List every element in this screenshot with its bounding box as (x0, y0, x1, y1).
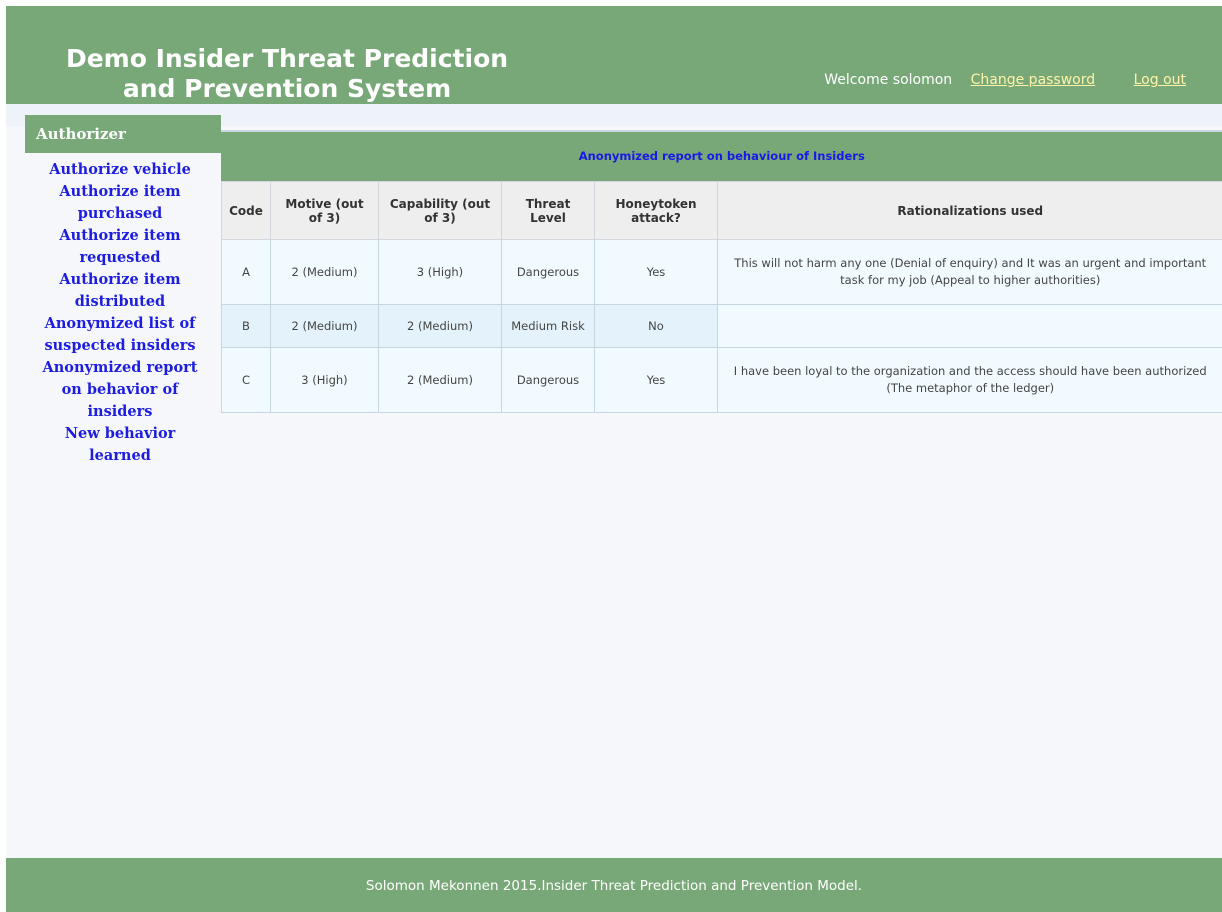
table-row: C 3 (High) 2 (Medium) Dangerous Yes I ha… (221, 347, 1222, 413)
cell-threat-level: Dangerous (501, 347, 595, 413)
cell-motive: 2 (Medium) (270, 304, 379, 348)
cell-honeytoken: Yes (594, 239, 718, 305)
table-row: A 2 (Medium) 3 (High) Dangerous Yes This… (221, 239, 1222, 305)
sidebar-item-authorize-item-purchased: Authorize item purchased (25, 181, 221, 225)
site-title: Demo Insider Threat Prediction and Preve… (65, 44, 509, 103)
sidebar-link-behavior-report[interactable]: Anonymized report on behavior of insider… (33, 357, 207, 423)
cell-code: B (221, 304, 271, 348)
cell-capability: 2 (Medium) (378, 304, 502, 348)
table-row: B 2 (Medium) 2 (Medium) Medium Risk No (221, 304, 1222, 348)
site-header: Demo Insider Threat Prediction and Preve… (6, 6, 1222, 104)
sidebar-link-authorize-vehicle[interactable]: Authorize vehicle (49, 159, 191, 181)
column-header-rationalizations: Rationalizations used (717, 181, 1222, 240)
column-header-threat-level: Threat Level (501, 181, 595, 240)
sidebar-item-behavior-report: Anonymized report on behavior of insider… (25, 357, 221, 423)
cell-code: A (221, 239, 271, 305)
column-header-capability: Capability (out of 3) (378, 181, 502, 240)
sidebar-link-authorize-item-purchased[interactable]: Authorize item purchased (33, 181, 207, 225)
cell-capability: 3 (High) (378, 239, 502, 305)
sidebar-menu: Authorize vehicle Authorize item purchas… (25, 153, 221, 467)
cell-rationalizations: I have been loyal to the organization an… (717, 347, 1222, 413)
cell-code: C (221, 347, 271, 413)
cell-honeytoken: Yes (594, 347, 718, 413)
cell-rationalizations (717, 304, 1222, 348)
cell-honeytoken: No (594, 304, 718, 348)
cell-capability: 2 (Medium) (378, 347, 502, 413)
footer-copyright: Solomon Mekonnen 2015.Insider Threat Pre… (365, 878, 863, 894)
sidebar-link-new-behavior[interactable]: New behavior learned (33, 423, 207, 467)
cell-rationalizations: This will not harm any one (Denial of en… (717, 239, 1222, 305)
report-caption: Anonymized report on behaviour of Inside… (221, 130, 1222, 181)
sidebar: Authorizer Authorize vehicle Authorize i… (25, 115, 221, 467)
cell-threat-level: Medium Risk (501, 304, 595, 348)
sidebar-item-new-behavior: New behavior learned (25, 423, 221, 467)
column-header-motive: Motive (out of 3) (270, 181, 379, 240)
logout-link[interactable]: Log out (1134, 72, 1186, 88)
sidebar-item-authorize-item-requested: Authorize item requested (25, 225, 221, 269)
sidebar-item-authorize-vehicle: Authorize vehicle (25, 159, 221, 181)
welcome-text: Welcome solomon (824, 72, 953, 88)
sidebar-item-authorize-item-distributed: Authorize item distributed (25, 269, 221, 313)
sidebar-link-suspected-insiders[interactable]: Anonymized list of suspected insiders (33, 313, 207, 357)
cell-motive: 2 (Medium) (270, 239, 379, 305)
cell-threat-level: Dangerous (501, 239, 595, 305)
sidebar-link-authorize-item-requested[interactable]: Authorize item requested (33, 225, 207, 269)
column-header-code: Code (221, 181, 271, 240)
sidebar-title: Authorizer (25, 115, 221, 153)
header-nav: Welcome solomon Change password Log out (824, 72, 1186, 88)
sidebar-link-authorize-item-distributed[interactable]: Authorize item distributed (33, 269, 207, 313)
cell-motive: 3 (High) (270, 347, 379, 413)
sidebar-item-suspected-insiders: Anonymized list of suspected insiders (25, 313, 221, 357)
page: Demo Insider Threat Prediction and Preve… (6, 6, 1222, 912)
change-password-link[interactable]: Change password (971, 72, 1096, 88)
site-footer: Solomon Mekonnen 2015.Insider Threat Pre… (6, 858, 1222, 912)
main-content: Anonymized report on behaviour of Inside… (221, 130, 1222, 413)
table-header-row: Code Motive (out of 3) Capability (out o… (221, 181, 1222, 240)
column-header-honeytoken: Honeytoken attack? (594, 181, 718, 240)
behaviour-report-table: Anonymized report on behaviour of Inside… (221, 130, 1222, 413)
